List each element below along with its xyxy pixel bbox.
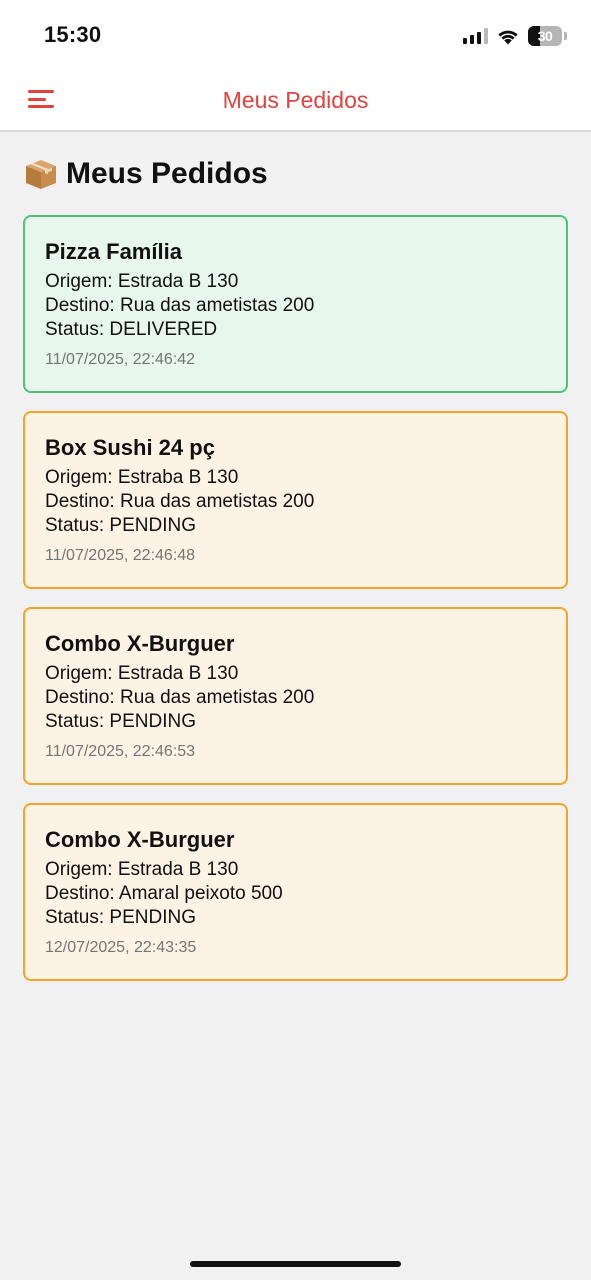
order-date: 12/07/2025, 22:43:35	[45, 939, 197, 956]
package-icon	[26, 160, 56, 189]
order-origin: Origem: Estrada B 130	[45, 859, 239, 880]
order-card[interactable]: Box Sushi 24 pç Origem: Estraba B 130 De…	[23, 411, 568, 589]
order-title: Combo X-Burguer	[45, 631, 235, 656]
order-origin: Origem: Estrada B 130	[45, 663, 239, 684]
order-title: Pizza Família	[45, 239, 182, 264]
order-title: Box Sushi 24 pç	[45, 435, 215, 460]
page-title: Meus Pedidos	[24, 154, 268, 194]
order-title: Combo X-Burguer	[45, 827, 235, 852]
order-date: 11/07/2025, 22:46:53	[45, 743, 196, 760]
status-time: 15:30	[44, 22, 102, 47]
order-status: Status: PENDING	[45, 515, 196, 536]
order-card[interactable]: Pizza Família Origem: Estrada B 130 Dest…	[23, 215, 568, 393]
order-destination: Destino: Rua das ametistas 200	[45, 687, 315, 708]
page-title-text: Meus Pedidos	[66, 157, 268, 190]
order-status: Status: PENDING	[45, 907, 196, 928]
order-destination: Destino: Amaral peixoto 500	[45, 883, 283, 904]
battery-tip	[564, 32, 567, 40]
order-date: 11/07/2025, 22:46:48	[45, 547, 196, 564]
home-indicator[interactable]	[190, 1261, 401, 1267]
status-icons: 30	[463, 24, 567, 48]
order-destination: Destino: Rua das ametistas 200	[45, 295, 315, 316]
order-status: Status: PENDING	[45, 711, 196, 732]
wifi-icon	[498, 30, 518, 45]
order-card[interactable]: Combo X-Burguer Origem: Estrada B 130 De…	[23, 607, 568, 785]
order-destination: Destino: Rua das ametistas 200	[45, 491, 315, 512]
battery-icon: 30	[528, 26, 562, 46]
order-status: Status: DELIVERED	[45, 319, 218, 340]
order-card[interactable]: Combo X-Burguer Origem: Estrada B 130 De…	[23, 803, 568, 981]
status-bar: 15:30 30	[0, 0, 591, 66]
order-origin: Origem: Estrada B 130	[45, 271, 239, 292]
battery-level: 30	[537, 28, 553, 44]
order-date: 11/07/2025, 22:46:42	[45, 351, 196, 368]
order-origin: Origem: Estraba B 130	[45, 467, 239, 488]
orders-list: Pizza Família Origem: Estrada B 130 Dest…	[23, 215, 568, 999]
header-title: Meus Pedidos	[222, 87, 369, 113]
signal-icon	[463, 28, 488, 44]
app-header: Meus Pedidos	[0, 66, 591, 132]
